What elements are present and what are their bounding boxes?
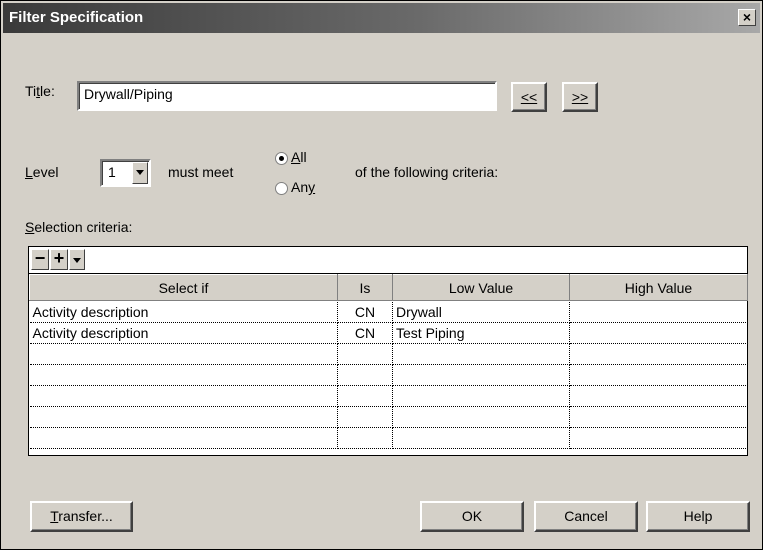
filter-specification-dialog: Filter Specification × Title: Drywall/Pi…	[0, 0, 763, 550]
radio-any[interactable]	[275, 182, 288, 195]
table-row[interactable]	[29, 343, 748, 365]
level-value: 1	[108, 164, 116, 180]
level-label: Level	[25, 164, 59, 180]
high-value-cell[interactable]	[569, 385, 748, 407]
table-row[interactable]	[29, 385, 748, 407]
is-cell[interactable]	[337, 364, 393, 386]
previous-button-label: <<	[520, 89, 538, 105]
low-value-cell[interactable]	[392, 427, 570, 449]
chevron-down-icon	[136, 170, 144, 175]
is-cell[interactable]: CN	[337, 322, 393, 344]
table-row[interactable]	[29, 364, 748, 386]
table-row[interactable]	[29, 427, 748, 449]
next-button-label: >>	[571, 89, 589, 105]
low-value-cell[interactable]	[392, 364, 570, 386]
plus-icon: +	[53, 248, 65, 268]
select-if-cell[interactable]	[29, 406, 338, 428]
radio-all[interactable]	[275, 152, 288, 165]
low-value-cell[interactable]	[392, 406, 570, 428]
chevron-down-icon	[73, 258, 81, 263]
low-value-cell[interactable]: Test Piping	[392, 322, 570, 344]
ok-button[interactable]: OK	[420, 501, 524, 532]
title-input[interactable]: Drywall/Piping	[77, 81, 497, 111]
select-if-cell[interactable]	[29, 343, 338, 365]
title-label: Title:	[25, 83, 55, 99]
is-cell[interactable]	[337, 385, 393, 407]
column-header-select-if[interactable]: Select if	[29, 274, 338, 301]
add-row-button[interactable]: +	[50, 249, 68, 270]
window-title: Filter Specification	[9, 9, 144, 26]
low-value-cell[interactable]	[392, 343, 570, 365]
select-if-cell[interactable]: Activity description	[29, 302, 338, 323]
selection-criteria-label: Selection criteria:	[25, 219, 133, 235]
criteria-suffix-label: of the following criteria:	[355, 164, 499, 180]
previous-filter-button[interactable]: <<	[511, 82, 547, 112]
criteria-grid: − + Select if Is Low Value High Value Ac…	[28, 246, 748, 456]
select-if-cell[interactable]	[29, 427, 338, 449]
level-dropdown-button[interactable]	[132, 162, 148, 184]
cancel-button[interactable]: Cancel	[534, 501, 638, 532]
high-value-cell[interactable]	[569, 322, 748, 344]
high-value-cell[interactable]	[569, 343, 748, 365]
high-value-cell[interactable]	[569, 427, 748, 449]
is-cell[interactable]: CN	[337, 302, 393, 323]
radio-all-label[interactable]: All	[291, 149, 307, 165]
title-bar: Filter Specification ×	[3, 3, 760, 33]
radio-any-label[interactable]: Any	[291, 179, 315, 195]
must-meet-label: must meet	[168, 164, 234, 180]
criteria-table: Select if Is Low Value High Value Activi…	[29, 274, 748, 449]
radio-selected-dot	[279, 156, 284, 161]
column-header-low-value[interactable]: Low Value	[392, 274, 570, 301]
remove-row-button[interactable]: −	[31, 249, 49, 270]
high-value-cell[interactable]	[569, 364, 748, 386]
transfer-button[interactable]: Transfer...	[30, 501, 133, 532]
grid-toolbar: − +	[29, 247, 747, 274]
is-cell[interactable]	[337, 406, 393, 428]
column-header-high-value[interactable]: High Value	[569, 274, 748, 301]
is-cell[interactable]	[337, 343, 393, 365]
high-value-cell[interactable]	[569, 406, 748, 428]
minus-icon: −	[34, 248, 46, 268]
select-if-cell[interactable]: Activity description	[29, 322, 338, 344]
grid-menu-dropdown-button[interactable]	[69, 249, 85, 270]
table-row[interactable]: Activity description CN Drywall	[29, 302, 748, 323]
low-value-cell[interactable]	[392, 385, 570, 407]
high-value-cell[interactable]	[569, 302, 748, 323]
table-row[interactable]: Activity description CN Test Piping	[29, 322, 748, 344]
next-filter-button[interactable]: >>	[562, 82, 598, 112]
select-if-cell[interactable]	[29, 364, 338, 386]
level-select[interactable]: 1	[100, 159, 151, 187]
help-button[interactable]: Help	[646, 501, 750, 532]
is-cell[interactable]	[337, 427, 393, 449]
close-button[interactable]: ×	[738, 9, 756, 26]
select-if-cell[interactable]	[29, 385, 338, 407]
close-icon: ×	[742, 9, 752, 25]
column-header-is[interactable]: Is	[337, 274, 393, 301]
table-row[interactable]	[29, 406, 748, 428]
low-value-cell[interactable]: Drywall	[392, 302, 570, 323]
